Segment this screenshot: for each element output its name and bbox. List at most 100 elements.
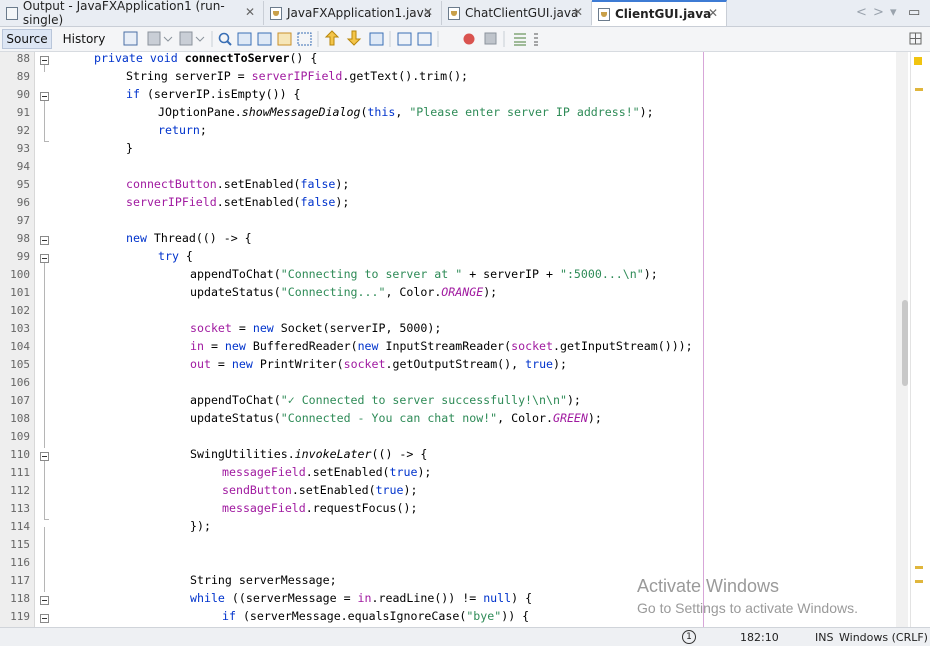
line-number: 94 <box>16 160 30 173</box>
last-edit-icon <box>123 31 138 46</box>
fold-collapse-icon[interactable] <box>40 56 49 65</box>
back-dropdown-icon <box>163 36 173 42</box>
line-number: 105 <box>10 358 30 371</box>
warning-summary-icon[interactable] <box>914 57 922 65</box>
next-bookmark-icon <box>346 30 362 46</box>
code-line-98: new Thread(() -> { <box>126 231 252 245</box>
toolbar-icons <box>123 30 538 47</box>
line-number: 114 <box>10 520 30 533</box>
code-line-95: connectButton.setEnabled(false); <box>126 177 350 191</box>
line-number: 89 <box>16 70 30 83</box>
fold-collapse-icon[interactable] <box>40 596 49 605</box>
line-number: 102 <box>10 304 30 317</box>
warning-mark[interactable] <box>915 566 923 569</box>
line-number: 97 <box>16 214 30 227</box>
line-number: 108 <box>10 412 30 425</box>
code-line-114: }); <box>190 519 211 533</box>
error-stripe[interactable] <box>910 52 930 627</box>
fold-collapse-icon[interactable] <box>40 92 49 101</box>
fold-collapse-icon[interactable] <box>40 254 49 263</box>
code-line-100: appendToChat("Connecting to server at " … <box>190 267 658 281</box>
notifications-icon[interactable]: 1 <box>682 630 696 644</box>
tab-label: ClientGUI.java <box>615 7 712 21</box>
line-number: 115 <box>10 538 30 551</box>
code-line-112: sendButton.setEnabled(true); <box>222 483 418 497</box>
tab-javafxapplication1[interactable]: JavaFXApplication1.java ✕ <box>264 1 442 25</box>
close-icon[interactable]: ✕ <box>708 6 718 20</box>
line-number: 107 <box>10 394 30 407</box>
line-number: 109 <box>10 430 30 443</box>
code-line-110: SwingUtilities.invokeLater(() -> { <box>190 447 428 461</box>
line-number: 95 <box>16 178 30 191</box>
code-line-96: serverIPField.setEnabled(false); <box>126 195 350 209</box>
line-number: 119 <box>10 610 30 623</box>
shift-right-icon <box>417 32 432 46</box>
uncomment-icon <box>534 33 538 46</box>
tab-scroll-right-icon[interactable]: > <box>873 5 884 20</box>
line-number: 92 <box>16 124 30 137</box>
line-number: 117 <box>10 574 30 587</box>
history-tab-button[interactable]: History <box>58 29 110 49</box>
tab-label: ChatClientGUI.java <box>465 6 579 20</box>
caret-position[interactable]: 182:10 <box>740 631 779 644</box>
code-line-88: private void connectToServer() { <box>94 52 318 65</box>
tab-clientgui[interactable]: ClientGUI.java ✕ <box>592 0 727 26</box>
toggle-bookmark-icon <box>369 32 384 46</box>
fold-collapse-icon[interactable] <box>40 452 49 461</box>
tab-chatclientgui[interactable]: ChatClientGUI.java ✕ <box>442 1 592 25</box>
code-line-92: return; <box>158 123 207 137</box>
java-file-icon <box>448 6 460 20</box>
tab-label: Output - JavaFXApplication1 (run-single) <box>22 0 225 27</box>
code-line-113: messageField.requestFocus(); <box>222 501 418 515</box>
code-line-99: try { <box>158 249 193 263</box>
code-editor[interactable]: private void connectToServer() { String … <box>56 52 896 627</box>
line-number: 113 <box>10 502 30 515</box>
warning-mark[interactable] <box>915 88 923 91</box>
tab-scroll-left-icon[interactable]: < <box>856 5 867 20</box>
source-tab-button[interactable]: Source <box>2 29 52 49</box>
close-icon[interactable]: ✕ <box>245 5 255 19</box>
code-line-105: out = new PrintWriter(socket.getOutputSt… <box>190 357 567 371</box>
forward-icon <box>179 31 193 46</box>
close-icon[interactable]: ✕ <box>423 5 433 19</box>
tab-list-icon[interactable]: ▾ <box>890 5 897 20</box>
code-line-104: in = new BufferedReader(new InputStreamR… <box>190 339 693 353</box>
editor-tab-bar: Output - JavaFXApplication1 (run-single)… <box>0 0 930 27</box>
line-number: 90 <box>16 88 30 101</box>
editor-toolbar: Source History <box>0 27 930 52</box>
comment-icon <box>514 33 526 46</box>
fold-collapse-icon[interactable] <box>40 614 49 623</box>
forward-dropdown-icon <box>195 36 205 42</box>
tab-output[interactable]: Output - JavaFXApplication1 (run-single)… <box>0 0 264 27</box>
output-icon <box>6 6 18 20</box>
activate-windows-title: Activate Windows <box>637 576 780 596</box>
tab-label: JavaFXApplication1.java <box>287 6 432 20</box>
status-bar: 1 182:10 INS Windows (CRLF) <box>0 627 930 646</box>
start-macro-icon <box>463 33 475 45</box>
code-line-93: } <box>126 141 133 155</box>
previous-bookmark-icon <box>324 30 340 46</box>
line-number: 106 <box>10 376 30 389</box>
maximize-icon[interactable]: ▭ <box>908 5 920 20</box>
fold-collapse-icon[interactable] <box>40 236 49 245</box>
code-line-107: appendToChat("✓ Connected to server succ… <box>190 393 581 407</box>
stop-macro-icon <box>484 32 497 45</box>
right-margin-guide <box>703 52 704 627</box>
line-number: 103 <box>10 322 30 335</box>
code-line-101: updateStatus("Connecting...", Color.ORAN… <box>190 285 498 299</box>
line-number: 112 <box>10 484 30 497</box>
line-ending[interactable]: Windows (CRLF) <box>839 631 928 644</box>
code-line-118: while ((serverMessage = in.readLine()) !… <box>190 591 533 605</box>
code-line-117: String serverMessage; <box>190 573 337 587</box>
warning-mark[interactable] <box>915 580 923 583</box>
line-number: 99 <box>16 250 30 263</box>
java-file-icon <box>598 7 610 21</box>
close-icon[interactable]: ✕ <box>573 5 583 19</box>
insert-mode[interactable]: INS <box>815 631 833 644</box>
scrollbar-thumb[interactable] <box>902 300 908 386</box>
line-number: 118 <box>10 592 30 605</box>
split-view-icon[interactable] <box>909 32 923 46</box>
line-number: 110 <box>10 448 30 461</box>
back-icon <box>147 31 161 46</box>
line-number: 104 <box>10 340 30 353</box>
